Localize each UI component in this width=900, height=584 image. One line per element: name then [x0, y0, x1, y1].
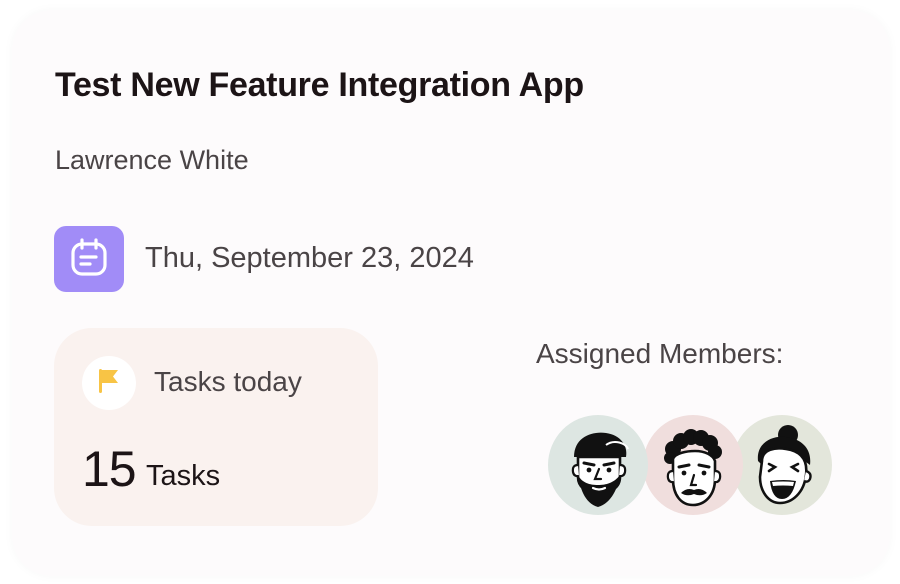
project-owner: Lawrence White	[55, 145, 249, 175]
tasks-today-label: Tasks today	[154, 366, 302, 397]
tasks-unit: Tasks	[146, 460, 221, 492]
member-avatar-1[interactable]	[548, 415, 648, 515]
flag-icon	[96, 367, 122, 400]
project-title: Test New Feature Integration App	[55, 66, 584, 104]
flag-icon-circle	[82, 356, 136, 410]
tasks-count: 15	[82, 441, 137, 497]
calendar-icon	[69, 237, 109, 282]
assigned-members-label: Assigned Members:	[536, 338, 784, 369]
calendar-icon-tile	[54, 226, 124, 292]
project-date: Thu, September 23, 2024	[145, 242, 474, 274]
member-avatar-2[interactable]	[643, 415, 743, 515]
member-avatar-3[interactable]	[732, 415, 832, 515]
tasks-today-card[interactable]: Tasks today 15 Tasks	[54, 328, 378, 526]
